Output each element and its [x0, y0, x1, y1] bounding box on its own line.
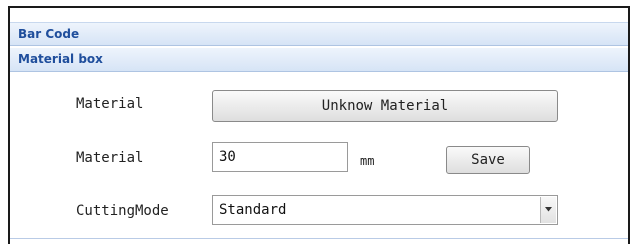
material-box-section-header[interactable]: Material box — [10, 48, 628, 72]
cutting-mode-select[interactable]: Standard — [212, 195, 558, 225]
cutting-mode-label: CuttingMode — [76, 203, 169, 219]
length-unit-label: mm — [360, 154, 375, 168]
save-button[interactable]: Save — [446, 146, 530, 174]
material-label: Material — [76, 96, 144, 112]
panel-divider — [10, 238, 628, 239]
material-settings-panel: Bar Code Material box Material Unknow Ma… — [8, 6, 630, 244]
material-length-label: Material — [76, 150, 144, 166]
material-select-button[interactable]: Unknow Material — [212, 90, 558, 122]
cutting-mode-selected-value: Standard — [219, 202, 287, 218]
barcode-section-header[interactable]: Bar Code — [10, 22, 628, 46]
material-length-input[interactable]: 30 — [212, 142, 348, 172]
chevron-down-icon[interactable] — [540, 197, 556, 223]
